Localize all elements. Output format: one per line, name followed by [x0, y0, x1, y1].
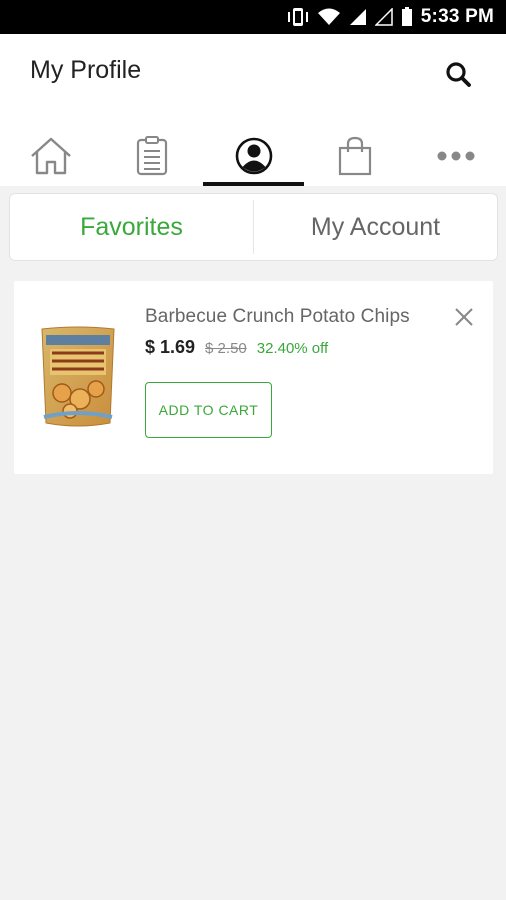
- status-time: 5:33 PM: [420, 6, 494, 27]
- search-icon: [446, 62, 471, 87]
- product-name[interactable]: Barbecue Crunch Potato Chips: [145, 306, 410, 328]
- list-icon: [136, 136, 167, 176]
- home-icon: [30, 137, 71, 175]
- profile-segment-control: Favorites My Account: [9, 193, 498, 261]
- product-image[interactable]: [38, 325, 118, 429]
- tab-home[interactable]: [0, 126, 101, 186]
- battery-icon: [401, 7, 413, 27]
- status-bar: 5:33 PM: [0, 0, 506, 34]
- remove-favorite-button[interactable]: [453, 306, 475, 328]
- profile-icon: [235, 137, 272, 175]
- status-icons: 5:33 PM: [287, 0, 494, 34]
- signal-icon: [349, 8, 367, 26]
- tab-profile[interactable]: [203, 126, 304, 186]
- original-price: $ 2.50: [205, 340, 247, 357]
- tab-shop[interactable]: [304, 126, 405, 186]
- page-title: My Profile: [30, 56, 142, 84]
- vibrate-icon: [287, 7, 309, 27]
- tab-more[interactable]: [405, 126, 506, 186]
- tab-favorites[interactable]: Favorites: [10, 194, 253, 260]
- wifi-icon: [317, 7, 341, 27]
- close-icon: [455, 308, 473, 326]
- discount-label: 32.40% off: [256, 340, 329, 357]
- add-to-cart-button[interactable]: ADD TO CART: [145, 382, 272, 438]
- tab-my-account[interactable]: My Account: [254, 194, 497, 260]
- signal-empty-icon: [374, 8, 393, 26]
- nav-tabs: [0, 126, 506, 186]
- favorite-item-card: Barbecue Crunch Potato Chips $ 1.69 $ 2.…: [14, 281, 493, 474]
- price-row: $ 1.69 $ 2.50 32.40% off: [145, 337, 328, 358]
- current-price: $ 1.69: [145, 337, 196, 357]
- search-button[interactable]: [444, 60, 474, 90]
- chips-bag-image: [41, 326, 115, 427]
- more-icon: [437, 151, 474, 161]
- app-header: My Profile: [0, 34, 506, 186]
- shopping-bag-icon: [338, 136, 371, 176]
- tab-lists[interactable]: [101, 126, 202, 186]
